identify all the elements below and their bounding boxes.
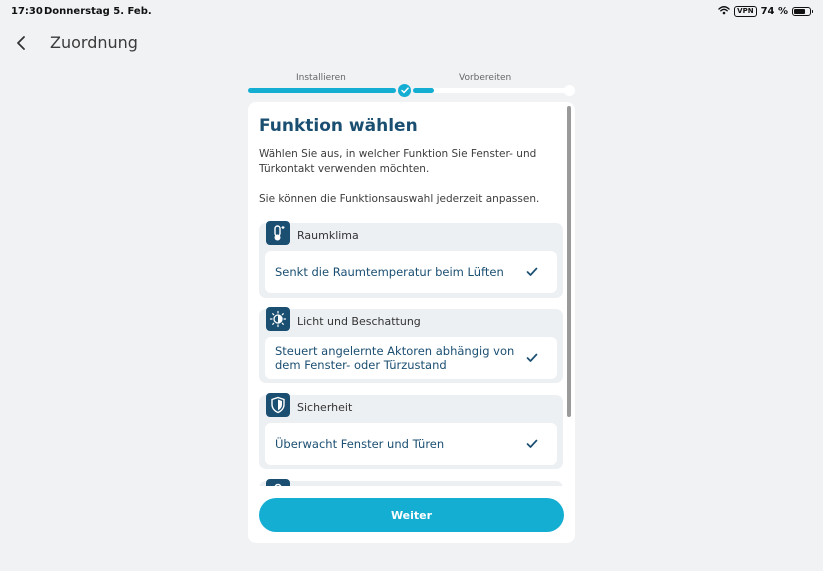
step-2-progress-track [413,88,568,93]
step-end-marker [564,85,575,96]
shield-icon [266,393,290,417]
function-group-raumklima: Raumklima Senkt die Raumtemperatur beim … [259,221,563,298]
card-scroll-area[interactable]: Funktion wählen Wählen Sie aus, in welch… [248,102,575,486]
step-2-progress-bar [413,88,434,93]
option-label: Steuert angelernte Aktoren abhängig von … [275,344,515,372]
nav-header: Zuordnung [0,30,823,56]
function-selection-card: Funktion wählen Wählen Sie aus, in welch… [248,102,575,543]
option-aktoren[interactable]: Steuert angelernte Aktoren abhängig von … [265,337,557,379]
step-label-installieren: Installieren [296,73,346,83]
checkmark-icon[interactable] [525,437,539,451]
group-title: Raumklima [297,229,359,242]
page-title: Zuordnung [50,33,138,52]
scrollbar[interactable] [567,106,571,417]
function-group-sicherheit: Sicherheit Überwacht Fenster und Türen [259,393,563,469]
step-complete-check-icon [398,84,411,97]
step-1-progress-bar [248,88,396,93]
group-title: Licht und Beschattung [297,315,421,328]
status-time: 17:30 [11,6,43,17]
chevron-left-icon [17,36,25,50]
vpn-badge: VPN [734,6,757,17]
checkmark-icon[interactable] [525,265,539,279]
thermometer-icon [266,221,290,245]
battery-percent: 74 % [760,6,788,17]
light-shade-icon [266,307,290,331]
card-description: Wählen Sie aus, in welcher Funktion Sie … [259,148,537,175]
card-title: Funktion wählen [259,116,418,136]
function-group-partial [259,479,563,486]
function-group-licht: Licht und Beschattung Steuert angelernte… [259,307,563,383]
checkmark-icon[interactable] [525,351,539,365]
status-indicators: VPN 74 % [718,5,813,18]
option-raumtemperatur[interactable]: Senkt die Raumtemperatur beim Lüften [265,251,557,293]
option-ueberwachung[interactable]: Überwacht Fenster und Türen [265,423,557,465]
option-label: Überwacht Fenster und Türen [275,437,445,451]
wifi-icon [718,5,730,18]
lock-icon [266,479,290,486]
battery-level [794,9,806,14]
option-label: Senkt die Raumtemperatur beim Lüften [275,265,504,279]
back-button[interactable] [11,32,31,54]
status-date: Donnerstag 5. Feb. [44,6,152,17]
status-bar: 17:30 Donnerstag 5. Feb. VPN 74 % [0,0,823,22]
continue-button[interactable]: Weiter [259,498,564,532]
group-title: Sicherheit [297,401,353,414]
card-hint: Sie können die Funktionsauswahl jederzei… [259,193,540,205]
step-label-vorbereiten: Vorbereiten [459,73,512,83]
battery-icon [792,7,813,16]
progress-stepper: Installieren Vorbereiten [248,72,575,100]
